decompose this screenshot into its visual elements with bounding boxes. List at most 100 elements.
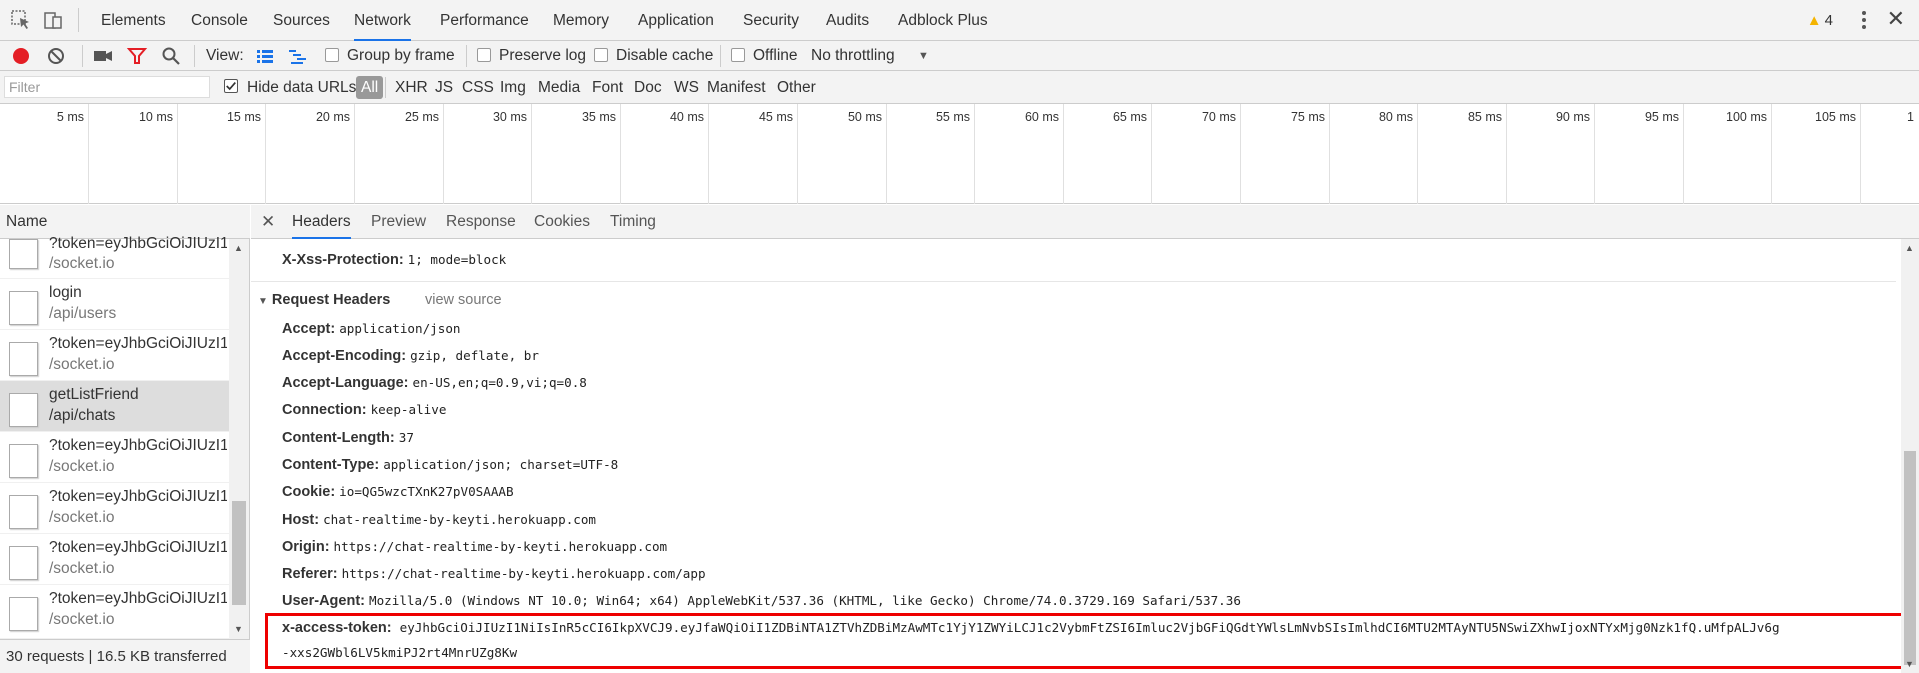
filter-input[interactable] — [4, 76, 210, 98]
tab-timing[interactable]: Timing — [610, 205, 656, 239]
file-icon — [9, 495, 38, 529]
filter-type-js[interactable]: JS — [435, 71, 453, 104]
view-source-link[interactable]: view source — [425, 289, 502, 311]
tab-response[interactable]: Response — [446, 205, 516, 239]
timeline-tick: 30 ms — [444, 104, 532, 204]
filter-type-font[interactable]: Font — [592, 71, 623, 104]
tab-cookies[interactable]: Cookies — [534, 205, 590, 239]
tab-network[interactable]: Network — [354, 0, 411, 41]
filter-type-doc[interactable]: Doc — [634, 71, 662, 104]
request-name: ?token=eyJhbGciOiJIUzI1N — [49, 437, 227, 454]
preserve-log-label: Preserve log — [499, 47, 587, 64]
screenshot-video-icon[interactable] — [92, 45, 114, 67]
request-row[interactable]: ?token=eyJhbGciOiJIUzI1N /socket.io — [0, 534, 229, 585]
filter-type-css[interactable]: CSS — [462, 71, 494, 104]
tab-audits[interactable]: Audits — [826, 0, 869, 41]
tab-elements[interactable]: Elements — [101, 0, 166, 41]
device-toolbar-icon[interactable] — [42, 9, 64, 31]
file-icon — [9, 342, 38, 376]
tab-performance[interactable]: Performance — [440, 0, 529, 41]
request-row[interactable]: login /api/users — [0, 279, 229, 330]
request-header-row: Origin: https://chat-realtime-by-keyti.he… — [282, 535, 667, 557]
divider — [251, 281, 1896, 282]
header-value: gzip, deflate, br — [410, 348, 539, 363]
tab-memory[interactable]: Memory — [553, 0, 609, 41]
request-headers-section[interactable]: ▼ Request Headers — [258, 289, 390, 311]
filter-type-all[interactable]: All — [356, 76, 384, 99]
tab-sources[interactable]: Sources — [273, 0, 330, 41]
request-header-row: Accept: application/json — [282, 317, 461, 339]
request-header-row: Connection: keep-alive — [282, 398, 446, 420]
tab-console[interactable]: Console — [191, 0, 248, 41]
file-icon — [9, 393, 38, 427]
request-header-row: Accept-Language: en-US,en;q=0.9,vi;q=0.8 — [282, 371, 587, 393]
header-key: Origin: — [282, 539, 330, 555]
request-list-scrollbar[interactable]: ▲ ▼ — [229, 239, 249, 639]
large-rows-icon[interactable] — [254, 45, 276, 67]
details-scrollbar[interactable]: ▲ ▼ — [1901, 239, 1919, 673]
timeline-overview[interactable]: 5 ms 10 ms 15 ms 20 ms 25 ms 30 ms 35 ms… — [0, 104, 1919, 204]
throttling-select[interactable]: No throttling — [811, 41, 895, 71]
tab-headers[interactable]: Headers — [292, 205, 351, 239]
filter-type-ws[interactable]: WS — [674, 71, 699, 104]
timeline-tick: 45 ms — [709, 104, 798, 204]
timeline-tick: 50 ms — [798, 104, 887, 204]
scroll-down-icon[interactable]: ▼ — [1905, 659, 1914, 669]
request-name: ?token=eyJhbGciOiJIUzI1N — [49, 590, 227, 607]
waterfall-overview-icon[interactable] — [287, 45, 309, 67]
file-icon — [9, 239, 38, 269]
tab-application[interactable]: Application — [638, 0, 714, 41]
red-highlight-box — [265, 613, 1905, 669]
disable-cache-checkbox[interactable] — [594, 48, 608, 62]
hide-data-urls-label: Hide data URLs — [247, 79, 357, 96]
header-value: chat-realtime-by-keyti.herokuapp.com — [323, 512, 597, 527]
filter-type-img[interactable]: Img — [500, 71, 526, 104]
search-icon[interactable] — [160, 45, 182, 67]
request-row[interactable]: ?token=eyJhbGciOiJIUzI1N /socket.io — [0, 330, 229, 381]
record-icon[interactable] — [10, 45, 32, 67]
header-value: 1; mode=block — [407, 252, 507, 267]
group-by-frame-checkbox[interactable] — [325, 48, 339, 62]
close-devtools-icon[interactable]: ✕ — [1887, 8, 1905, 30]
close-details-icon[interactable]: ✕ — [261, 205, 275, 239]
chevron-down-icon[interactable]: ▼ — [918, 41, 929, 71]
request-row[interactable]: ?token=eyJhbGciOiJIUzI1N /socket.io — [0, 235, 229, 279]
filter-type-other[interactable]: Other — [777, 71, 816, 104]
scroll-up-icon[interactable]: ▲ — [1905, 243, 1914, 253]
scroll-up-icon[interactable]: ▲ — [234, 243, 243, 253]
scrollbar-thumb[interactable] — [232, 501, 246, 605]
filter-type-xhr[interactable]: XHR — [395, 71, 428, 104]
tab-adblock-plus[interactable]: Adblock Plus — [898, 0, 988, 41]
request-row[interactable]: ?token=eyJhbGciOiJIUzI1N /socket.io — [0, 585, 229, 639]
divider — [194, 45, 195, 67]
request-row[interactable]: ?token=eyJhbGciOiJIUzI1N /socket.io — [0, 483, 229, 534]
devtools-tab-bar: Elements Console Sources Network Perform… — [0, 0, 1919, 41]
filter-type-media[interactable]: Media — [538, 71, 580, 104]
scrollbar-thumb[interactable] — [1904, 451, 1916, 665]
warnings-counter[interactable]: ▲ 4 — [1807, 12, 1833, 29]
filter-icon[interactable] — [126, 45, 148, 67]
tab-preview[interactable]: Preview — [371, 205, 426, 239]
request-row[interactable]: ?token=eyJhbGciOiJIUzI1N /socket.io — [0, 432, 229, 483]
timeline-tick: 20 ms — [266, 104, 355, 204]
name-column-header[interactable]: Name — [0, 205, 250, 239]
hide-data-urls-checkbox[interactable] — [224, 79, 238, 93]
warning-icon: ▲ — [1806, 12, 1822, 29]
header-value: https://chat-realtime-by-keyti.herokuapp… — [333, 539, 668, 554]
offline-checkbox[interactable] — [731, 48, 745, 62]
filter-type-manifest[interactable]: Manifest — [707, 71, 766, 104]
request-header-row: Content-Length: 37 — [282, 426, 414, 448]
checkmark-icon — [226, 82, 236, 91]
disable-cache-label: Disable cache — [616, 47, 714, 64]
more-options-icon[interactable] — [1859, 9, 1869, 31]
request-header-row: User-Agent: Mozilla/5.0 (Windows NT 10.0;… — [282, 589, 1241, 611]
request-name: ?token=eyJhbGciOiJIUzI1N — [49, 235, 227, 252]
warning-count: 4 — [1824, 12, 1833, 29]
preserve-log-checkbox[interactable] — [477, 48, 491, 62]
inspect-element-icon[interactable] — [10, 9, 32, 31]
request-row-selected[interactable]: getListFriend /api/chats — [0, 381, 229, 432]
timeline-tick: 40 ms — [621, 104, 709, 204]
scroll-down-icon[interactable]: ▼ — [234, 624, 243, 634]
clear-icon[interactable] — [45, 45, 67, 67]
tab-security[interactable]: Security — [743, 0, 799, 41]
